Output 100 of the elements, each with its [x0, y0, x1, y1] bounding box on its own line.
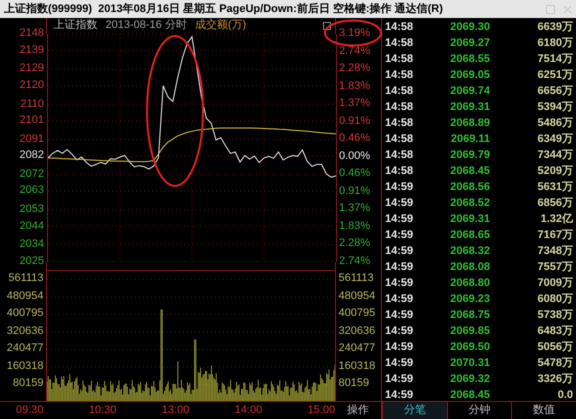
percent-axis-label: 0.00%	[339, 148, 370, 164]
tick-price: 2069.11	[450, 132, 490, 147]
tick-amount: 5209万	[536, 164, 574, 179]
tick-price: 2068.75	[449, 308, 490, 323]
volume-axis-label: 160318	[338, 358, 376, 374]
percent-axis-label: 0.46%	[339, 166, 370, 182]
tick-time: 14:59	[384, 196, 414, 211]
restore-icon[interactable]	[546, 4, 555, 14]
tick-price: 2068.56	[449, 180, 490, 195]
time-axis-label: 13:00	[162, 403, 190, 418]
tick-amount: 6349万	[536, 132, 574, 147]
tick-time: 14:59	[384, 212, 414, 227]
tick-amount: 7167万	[536, 228, 574, 243]
volume-axis-label: 160318	[6, 358, 44, 374]
percent-axis-label: 1.37%	[339, 201, 370, 216]
tick-amount: 5631万	[536, 180, 574, 195]
tick-amount: 6639万	[536, 20, 574, 35]
percent-axis-label: 2.28%	[339, 236, 370, 252]
tick-time: 14:58	[384, 100, 414, 115]
tick-amount: 7344万	[536, 148, 574, 163]
tick-price: 2070.31	[449, 356, 490, 371]
tick-time: 14:58	[384, 148, 414, 163]
tick-amount: 6251万	[536, 68, 574, 83]
price-axis-label: 2034	[20, 237, 44, 252]
tick-price: 2068.32	[449, 244, 490, 259]
chart-date: 2013-08-16 分时	[105, 18, 187, 32]
price-axis-label: 2148	[20, 26, 44, 42]
tick-time: 14:58	[384, 36, 414, 51]
tick-time: 14:58	[384, 20, 414, 35]
tick-price: 2069.74	[449, 84, 490, 99]
annotation-circle	[324, 20, 382, 46]
price-axis-label: 2044	[20, 218, 44, 234]
tick-amount: 5486万	[536, 116, 574, 131]
price-axis-label: 2091	[20, 132, 44, 147]
percent-axis-label: 1.83%	[339, 218, 370, 234]
volume-axis-label: 400795	[338, 306, 376, 322]
percent-axis-label: 2.74%	[339, 254, 370, 269]
volume-axis-label: 561113	[338, 271, 374, 286]
tick-price: 2069.50	[449, 340, 490, 355]
volume-axis-label: 240477	[338, 341, 376, 356]
time-axis-label: 09:30	[16, 403, 44, 418]
tick-amount: 6080万	[536, 292, 574, 307]
tick-time: 14:58	[384, 132, 414, 147]
percent-axis-label: 0.91%	[339, 184, 370, 199]
price-axis-label: 2120	[20, 78, 44, 94]
price-axis-label: 2053	[20, 202, 44, 217]
tick-time: 14:58	[384, 116, 414, 131]
tick-price: 2068.08	[449, 260, 490, 275]
tick-time: 14:59	[384, 228, 414, 243]
tick-price: 2069.85	[449, 324, 490, 339]
volume-axis-label: 320636	[6, 324, 44, 339]
volume-axis-label: 320636	[338, 324, 376, 339]
tick-time: 14:59	[384, 244, 414, 259]
volume-axis-label: 480954	[6, 288, 44, 304]
tick-amount: 5738万	[536, 308, 574, 323]
window-title: 上证指数(999999) 2013年08月16日 星期五 PageUp/Down:前后日 空格键:操作 通达信(R)	[4, 4, 443, 14]
tick-amount: 0.0	[556, 388, 574, 403]
price-axis-label: 2129	[20, 61, 44, 76]
percent-axis-label: 2.74%	[339, 44, 370, 59]
tick-amount: 7557万	[536, 260, 574, 275]
volume-axis-label: 400795	[6, 306, 44, 322]
percent-axis-label: 0.46%	[339, 131, 370, 146]
tick-time: 14:58	[384, 84, 414, 99]
tick-time: 14:59	[384, 292, 414, 307]
tick-price: 2069.30	[449, 20, 490, 35]
volume-axis-label: 480954	[338, 288, 376, 304]
tick-price: 2068.45	[449, 164, 490, 179]
percent-axis-label: 1.83%	[339, 78, 370, 94]
close-icon[interactable]	[563, 4, 572, 14]
price-axis-label: 2025	[20, 254, 44, 269]
tick-price: 2068.55	[449, 52, 490, 67]
tick-price: 2069.27	[449, 36, 490, 51]
volume-axis-label: 80159	[12, 376, 44, 392]
tick-amount: 7009万	[536, 276, 574, 291]
volume-axis-label: 80159	[338, 376, 370, 392]
operate-label[interactable]: 操作	[335, 402, 381, 419]
tab[interactable]: 分笔	[382, 402, 447, 419]
tick-price: 2068.65	[449, 228, 490, 243]
tick-price: 2069.31	[449, 100, 490, 115]
percent-axis-label: 2.28%	[339, 61, 370, 76]
tick-price: 2068.52	[449, 196, 490, 211]
volume-axis-label: 240477	[6, 341, 44, 356]
tick-time: 14:59	[384, 388, 414, 403]
tick-amount: 5394万	[536, 100, 574, 115]
tick-amount: 6483万	[536, 324, 574, 339]
tick-amount: 3326万	[536, 372, 574, 387]
tick-price: 2068.80	[449, 276, 490, 291]
tick-amount: 6856万	[536, 196, 574, 211]
time-axis-label: 15:00	[308, 403, 336, 418]
tick-price: 2069.05	[449, 68, 490, 83]
tick-price: 2069.32	[449, 372, 490, 387]
window-icon[interactable]	[323, 22, 332, 30]
tick-amount: 6656万	[536, 84, 574, 99]
price-axis-label: 2139	[20, 42, 44, 58]
tick-time: 14:59	[384, 260, 414, 275]
tick-amount: 5056万	[536, 340, 574, 355]
time-axis-label: 10:30	[88, 403, 116, 418]
tick-price: 2069.23	[449, 292, 490, 307]
tick-amount: 5478万	[536, 356, 574, 371]
price-axis-label: 2101	[20, 113, 44, 128]
